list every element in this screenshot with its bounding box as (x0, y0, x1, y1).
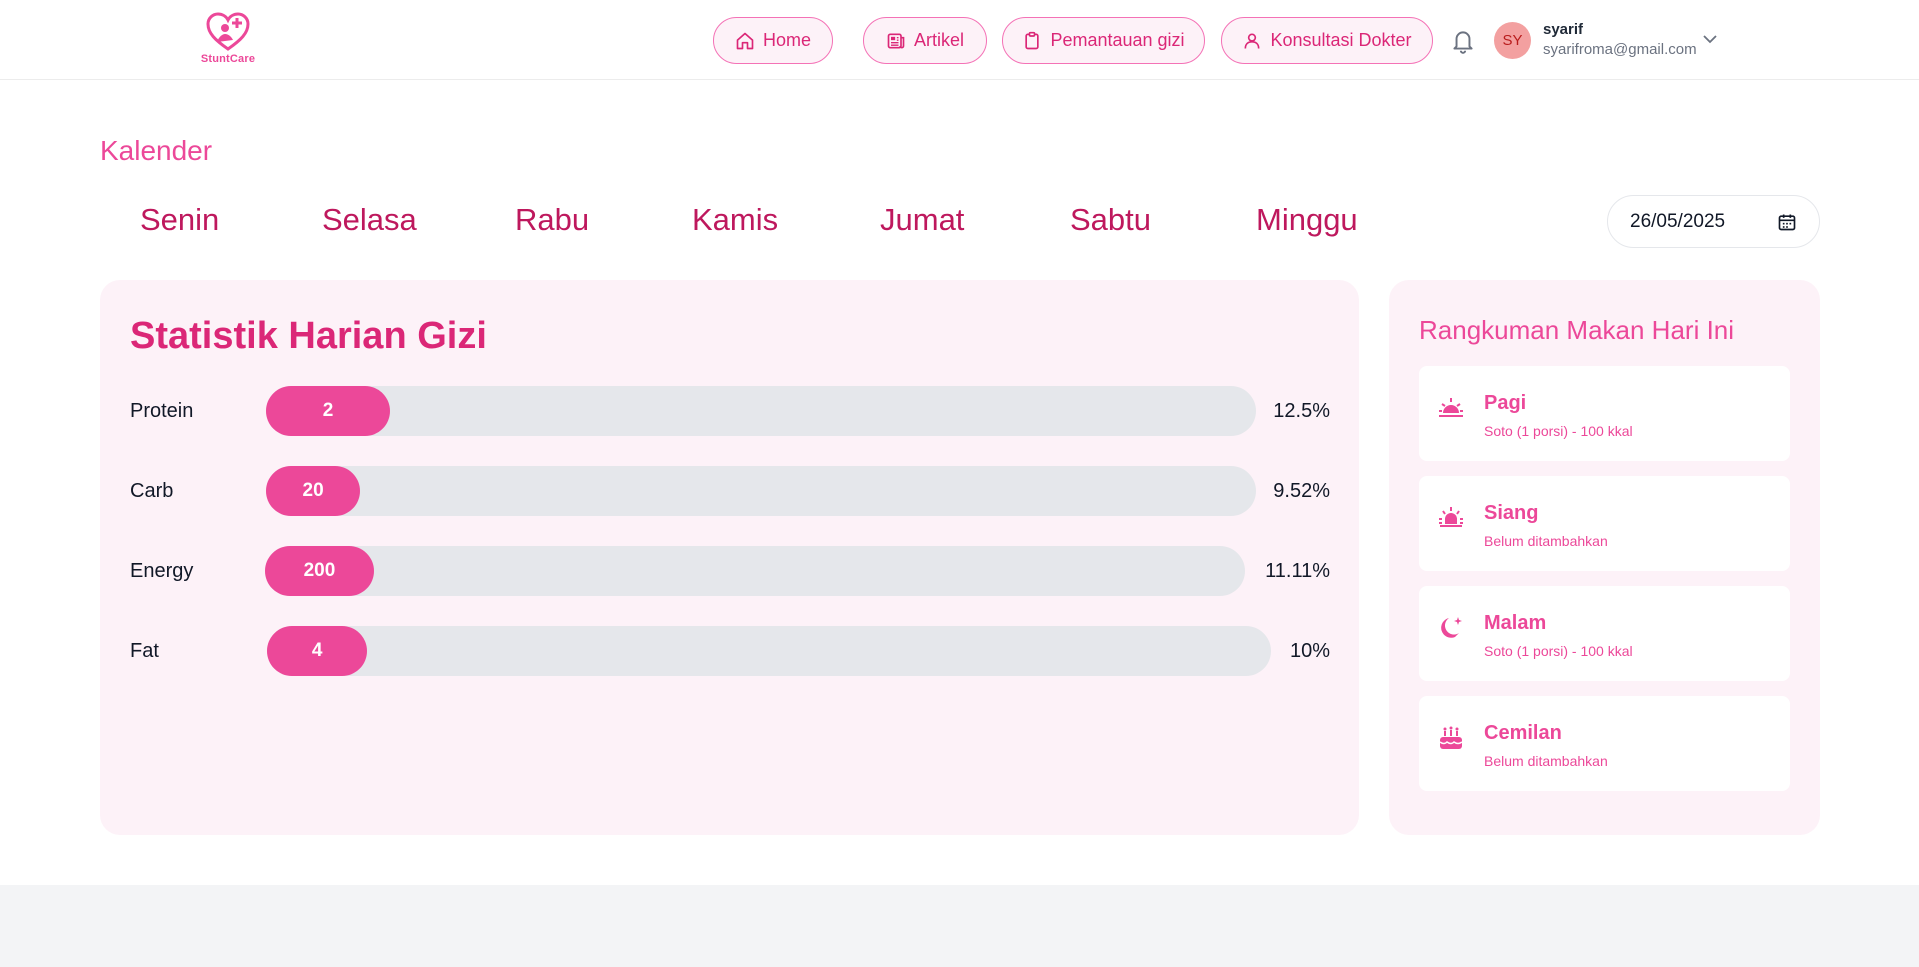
day-sabtu[interactable]: Sabtu (1070, 202, 1151, 238)
daily-nutrition-stats: Statistik Harian Gizi Protein 2 12.5% Ca… (100, 280, 1359, 835)
stat-value-energy: 200 (303, 560, 336, 581)
nav-home-button[interactable]: Home (713, 17, 833, 64)
nav-pemantauan-button[interactable]: Pemantauan gizi (1002, 17, 1205, 64)
day-jumat[interactable]: Jumat (880, 202, 964, 238)
meal-card-pagi[interactable]: Pagi Soto (1 porsi) - 100 kkal (1419, 366, 1790, 461)
stat-value-protein: 2 (322, 400, 334, 421)
stat-label-energy: Energy (130, 560, 194, 582)
meal-name-cemilan: Cemilan (1484, 722, 1562, 744)
progress-fill-fat: 4 (267, 626, 368, 676)
heart-logo-icon (206, 12, 250, 51)
progress-fill-protein: 2 (266, 386, 390, 436)
stat-value-carb: 20 (302, 480, 324, 501)
nav-konsultasi-label: Konsultasi Dokter (1270, 30, 1412, 50)
user-email: syarifroma@gmail.com (1543, 41, 1697, 58)
meal-name-pagi: Pagi (1484, 392, 1527, 414)
stat-label-carb: Carb (130, 480, 174, 502)
day-senin[interactable]: Senin (140, 202, 219, 238)
chevron-down-icon[interactable] (1702, 33, 1718, 45)
meal-name-malam: Malam (1484, 612, 1547, 634)
stat-percent-energy: 11.11% (1265, 560, 1330, 582)
stat-label-protein: Protein (130, 400, 194, 422)
stat-value-fat: 4 (311, 640, 323, 661)
progress-track-fat: 4 (267, 626, 1271, 676)
date-value: 26/05/2025 (1630, 210, 1726, 232)
stats-title: Statistik Harian Gizi (130, 315, 487, 357)
user-name: syarif (1543, 21, 1584, 38)
progress-fill-carb: 20 (266, 466, 361, 516)
moon-icon (1441, 617, 1462, 638)
date-input[interactable]: 26/05/2025 (1607, 195, 1820, 248)
sun-icon (1439, 507, 1463, 527)
nav-artikel-button[interactable]: Artikel (863, 17, 987, 64)
day-minggu[interactable]: Minggu (1256, 202, 1358, 238)
meal-desc-cemilan: Belum ditambahkan (1484, 753, 1608, 769)
stuntcare-logo[interactable]: StuntCare (198, 12, 258, 70)
stat-percent-carb: 9.52% (1273, 480, 1330, 502)
brand-name: StuntCare (200, 53, 256, 65)
meal-card-malam[interactable]: Malam Soto (1 porsi) - 100 kkal (1419, 586, 1790, 681)
sunrise-icon (1439, 398, 1463, 417)
day-kamis[interactable]: Kamis (692, 202, 778, 238)
calendar-icon[interactable] (1777, 212, 1797, 232)
nav-pemantauan-label: Pemantauan gizi (1050, 30, 1185, 50)
day-selasa[interactable]: Selasa (322, 202, 417, 238)
progress-track-protein: 2 (266, 386, 1256, 436)
calendar-title: Kalender (100, 135, 213, 166)
meal-desc-malam: Soto (1 porsi) - 100 kkal (1484, 643, 1633, 659)
nav-konsultasi-button[interactable]: Konsultasi Dokter (1221, 17, 1433, 64)
avatar[interactable]: SY (1494, 22, 1531, 59)
stat-percent-protein: 12.5% (1273, 400, 1330, 422)
nav-artikel-label: Artikel (913, 30, 964, 50)
cake-icon (1439, 726, 1463, 749)
meal-card-cemilan[interactable]: Cemilan Belum ditambahkan (1419, 696, 1790, 791)
meal-desc-siang: Belum ditambahkan (1484, 533, 1608, 549)
stat-percent-fat: 10% (1289, 640, 1330, 662)
top-navbar: StuntCare Home Artikel Pemantauan gizi K… (0, 0, 1919, 80)
bell-icon[interactable] (1450, 27, 1476, 55)
day-rabu[interactable]: Rabu (515, 202, 589, 238)
meal-desc-pagi: Soto (1 porsi) - 100 kkal (1484, 423, 1633, 439)
meal-name-siang: Siang (1484, 502, 1539, 524)
stat-label-fat: Fat (130, 640, 159, 662)
meal-card-siang[interactable]: Siang Belum ditambahkan (1419, 476, 1790, 571)
meal-summary-panel: Rangkuman Makan Hari Ini Pagi Soto (1 po… (1389, 280, 1820, 835)
newspaper-icon (887, 33, 905, 48)
nav-home-label: Home (762, 30, 811, 50)
progress-fill-energy: 200 (265, 546, 374, 596)
clipboard-icon (1025, 31, 1040, 49)
progress-track-carb: 20 (266, 466, 1256, 516)
progress-track-energy: 200 (265, 546, 1245, 596)
footer (0, 885, 1919, 967)
user-icon (1244, 33, 1260, 49)
home-icon (736, 32, 754, 49)
summary-title: Rangkuman Makan Hari Ini (1419, 315, 1735, 345)
